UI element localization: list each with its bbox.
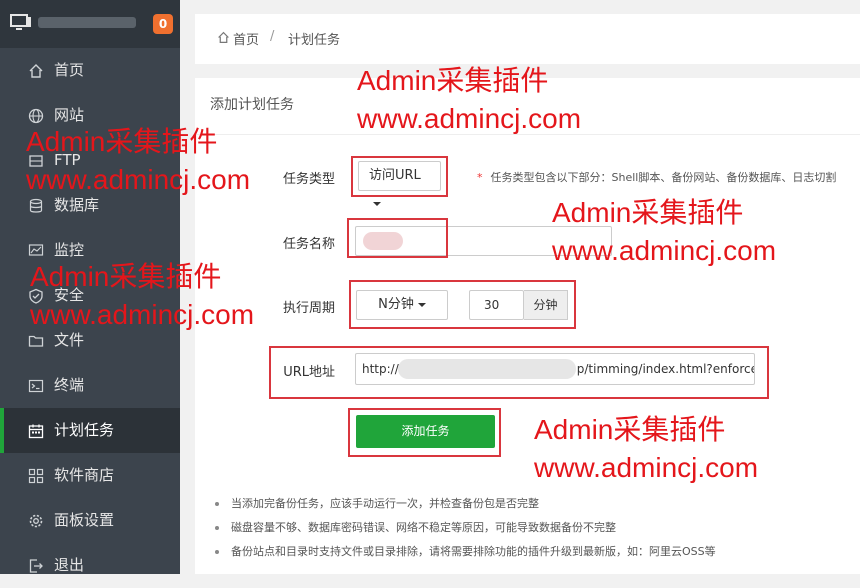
period-unit-select[interactable]: N分钟 bbox=[356, 290, 448, 320]
period-unit-value: N分钟 bbox=[378, 297, 414, 312]
watermark-line: www.admincj.com bbox=[534, 452, 759, 483]
form-title: 添加计划任务 bbox=[210, 97, 294, 113]
url-suffix: p/timming/index.html?enforce= bbox=[576, 362, 755, 376]
watermark-line: Admin采集插件 bbox=[357, 65, 549, 96]
url-prefix: http:// bbox=[362, 362, 399, 376]
sidebar-item-label: 计划任务 bbox=[54, 421, 115, 439]
list-item: 当添加完备份任务，应该手动运行一次，并检查备份包是否完整 bbox=[215, 492, 716, 516]
watermark-line: www.admincj.com bbox=[357, 103, 582, 134]
watermark-line: Admin采集插件 bbox=[26, 126, 218, 157]
breadcrumb-current: 计划任务 bbox=[288, 33, 341, 48]
watermark: Admin采集插件 www.admincj.com bbox=[357, 62, 581, 138]
notes-list: 当添加完备份任务，应该手动运行一次，并检查备份包是否完整 磁盘容量不够、数据库密… bbox=[215, 492, 716, 564]
watermark-line: Admin采集插件 bbox=[30, 261, 222, 292]
task-type-select[interactable]: 访问URL bbox=[358, 161, 441, 206]
add-cron-task-form: 添加计划任务 任务类型 访问URL * 任务类型包含以下部分：Shell脚本、备份… bbox=[195, 78, 860, 574]
sidebar-item-label: 退出 bbox=[54, 556, 85, 574]
sidebar-item-cron[interactable]: 计划任务 bbox=[0, 408, 180, 453]
sidebar-item-label: 终端 bbox=[54, 376, 85, 394]
folder-icon bbox=[28, 335, 44, 347]
server-name-redacted bbox=[38, 17, 136, 28]
url-redacted bbox=[398, 359, 576, 379]
required-star: * bbox=[477, 171, 483, 184]
task-type-hint-text: 任务类型包含以下部分：Shell脚本、备份网站、备份数据库、日志切割 bbox=[490, 171, 837, 184]
sidebar-item-label: 监控 bbox=[54, 241, 85, 259]
sidebar-item-label: 软件商店 bbox=[54, 466, 115, 484]
logout-icon bbox=[29, 559, 43, 573]
home-icon[interactable] bbox=[217, 31, 230, 44]
list-item: 磁盘容量不够、数据库密码错误、网络不稳定等原因，可能导致数据备份不完整 bbox=[215, 516, 716, 540]
watermark: Admin采集插件 www.admincj.com bbox=[30, 258, 254, 334]
watermark: Admin采集插件 www.admincj.com bbox=[552, 194, 776, 270]
caret-down-icon bbox=[417, 302, 426, 307]
watermark-line: www.admincj.com bbox=[30, 299, 255, 330]
watermark: Admin采集插件 www.admincj.com bbox=[534, 411, 758, 487]
monitor-chart-icon bbox=[28, 244, 44, 256]
breadcrumb: 首页 / 计划任务 bbox=[195, 14, 860, 64]
url-label: URL地址 bbox=[283, 365, 335, 380]
sidebar-item-home[interactable]: 首页 bbox=[0, 48, 180, 93]
sidebar-item-label: 首页 bbox=[54, 61, 85, 79]
sidebar-item-panel-settings[interactable]: 面板设置 bbox=[0, 498, 180, 543]
notification-badge[interactable]: 0 bbox=[153, 14, 173, 34]
task-name-redacted bbox=[363, 232, 403, 250]
sidebar-item-label: 网站 bbox=[54, 106, 85, 124]
home-icon bbox=[29, 64, 43, 78]
sidebar-header: 0 bbox=[0, 0, 180, 48]
list-item: 备份站点和目录时支持文件或目录排除，请将需要排除功能的插件升级到最新版，如：阿里… bbox=[215, 540, 716, 564]
monitor-icon bbox=[10, 14, 31, 30]
watermark-line: www.admincj.com bbox=[552, 235, 777, 266]
watermark-line: Admin采集插件 bbox=[534, 414, 726, 445]
breadcrumb-separator: / bbox=[270, 29, 275, 44]
period-addon: 分钟 bbox=[524, 290, 568, 320]
sidebar-item-terminal[interactable]: 终端 bbox=[0, 363, 180, 408]
gear-icon bbox=[29, 514, 43, 528]
breadcrumb-home-link[interactable]: 首页 bbox=[233, 29, 259, 48]
period-minutes-value: 30 bbox=[484, 298, 500, 312]
terminal-icon bbox=[28, 379, 44, 393]
period-minutes-input[interactable]: 30 bbox=[469, 290, 524, 320]
globe-icon bbox=[28, 108, 44, 124]
apps-grid-icon bbox=[28, 468, 44, 484]
sidebar-item-app-store[interactable]: 软件商店 bbox=[0, 453, 180, 498]
add-task-button[interactable]: 添加任务 bbox=[356, 415, 495, 448]
watermark-line: Admin采集插件 bbox=[552, 197, 744, 228]
task-type-hint: * 任务类型包含以下部分：Shell脚本、备份网站、备份数据库、日志切割 bbox=[477, 169, 836, 185]
sidebar-item-logout[interactable]: 退出 bbox=[0, 543, 180, 588]
task-type-value: 访问URL bbox=[369, 168, 421, 183]
sidebar-item-label: 面板设置 bbox=[54, 511, 115, 529]
database-icon bbox=[29, 198, 43, 213]
watermark: Admin采集插件 www.admincj.com bbox=[26, 123, 250, 199]
watermark-line: www.admincj.com bbox=[26, 164, 251, 195]
task-name-label: 任务名称 bbox=[282, 237, 335, 252]
calendar-icon bbox=[28, 424, 44, 439]
caret-down-icon bbox=[373, 201, 381, 206]
